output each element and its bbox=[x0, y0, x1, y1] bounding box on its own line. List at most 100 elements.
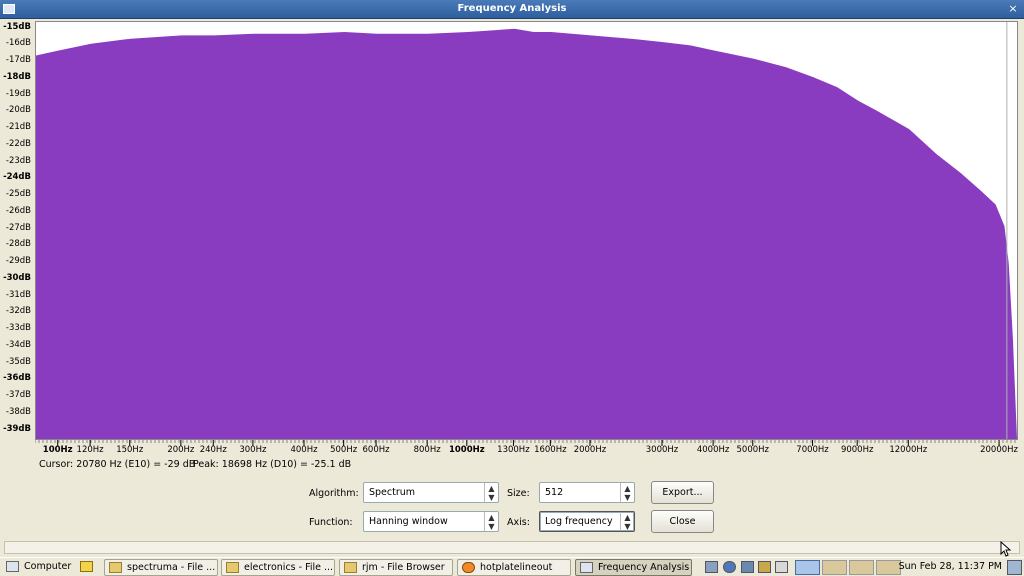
size-label: Size: bbox=[507, 488, 530, 499]
x-tick-label: 200Hz bbox=[167, 445, 195, 455]
x-tick-label: 1000Hz bbox=[448, 445, 485, 455]
y-tick-label: -26dB bbox=[5, 205, 31, 216]
x-tick-label: 300Hz bbox=[239, 445, 267, 455]
x-tick-label: 240Hz bbox=[199, 445, 227, 455]
updown-chevron-icon: ▲ ▼ bbox=[484, 512, 498, 531]
y-tick-label: -20dB bbox=[5, 105, 31, 116]
taskbar-item-hotplatelineout[interactable]: hotplatelineout bbox=[457, 559, 571, 576]
computer-menu-button[interactable]: Computer bbox=[2, 559, 72, 576]
updown-chevron-icon: ▲ ▼ bbox=[484, 483, 498, 502]
taskbar-item-label: hotplatelineout bbox=[480, 562, 553, 573]
cursor-readout: Cursor: 20780 Hz (E10) = -29 dB bbox=[39, 459, 196, 470]
y-tick-label: -23dB bbox=[5, 155, 31, 166]
workspace-3[interactable] bbox=[849, 560, 874, 575]
spectrum-area bbox=[36, 28, 1017, 439]
y-tick-label: -22dB bbox=[5, 138, 31, 149]
status-bar bbox=[4, 541, 1020, 554]
folder-icon bbox=[226, 562, 239, 573]
y-tick-label: -15dB bbox=[3, 21, 31, 32]
y-tick-label: -32dB bbox=[5, 306, 31, 317]
y-tick-label: -37dB bbox=[5, 390, 31, 401]
show-desktop-icon[interactable] bbox=[1007, 560, 1022, 575]
x-axis: 100Hz 120Hz 150Hz 200Hz 240Hz 300Hz 400Hz 500Hz… bbox=[35, 440, 1018, 460]
x-tick-label: 500Hz bbox=[330, 445, 358, 455]
function-select[interactable]: Hanning window ▲ ▼ bbox=[363, 511, 499, 532]
y-tick-label: -38dB bbox=[5, 406, 31, 417]
mouse-pointer-icon bbox=[1000, 541, 1012, 557]
algorithm-select[interactable]: Spectrum ▲ ▼ bbox=[363, 482, 499, 503]
y-tick-label: -16dB bbox=[5, 38, 31, 49]
y-tick-label: -19dB bbox=[5, 88, 31, 99]
notes-launcher[interactable] bbox=[76, 559, 98, 576]
y-tick-label: -39dB bbox=[3, 423, 31, 434]
updown-chevron-icon: ▲ ▼ bbox=[620, 483, 634, 502]
notepad-icon bbox=[80, 561, 93, 572]
clock[interactable]: Sun Feb 28, 11:37 PM bbox=[899, 561, 1002, 572]
function-label: Function: bbox=[309, 517, 353, 528]
size-value: 512 bbox=[545, 487, 564, 498]
x-tick-label: 400Hz bbox=[290, 445, 318, 455]
spectrum-svg[interactable] bbox=[36, 22, 1017, 439]
taskbar-item-electronics[interactable]: electronics - File ... bbox=[221, 559, 335, 576]
taskbar: Computer spectruma - File ... electronic… bbox=[0, 557, 1024, 576]
window-title: Frequency Analysis bbox=[457, 3, 567, 14]
x-tick-label: 20000Hz bbox=[980, 445, 1019, 455]
x-tick-label: 800Hz bbox=[413, 445, 441, 455]
x-tick-label: 7000Hz bbox=[796, 445, 829, 455]
axis-label: Axis: bbox=[507, 517, 530, 528]
close-button[interactable]: Close bbox=[651, 510, 714, 533]
x-tick-label: 150Hz bbox=[116, 445, 144, 455]
y-tick-label: -24dB bbox=[3, 172, 31, 183]
y-tick-label: -33dB bbox=[5, 323, 31, 334]
folder-icon bbox=[109, 562, 122, 573]
x-tick-label: 5000Hz bbox=[736, 445, 770, 455]
audio-headphones-icon bbox=[462, 562, 475, 573]
title-bar[interactable]: Frequency Analysis × bbox=[0, 0, 1024, 19]
algorithm-label: Algorithm: bbox=[309, 488, 359, 499]
taskbar-item-frequency-analysis[interactable]: Frequency Analysis bbox=[575, 559, 692, 576]
speaker-volume-icon[interactable] bbox=[775, 561, 788, 573]
y-tick-label: -21dB bbox=[5, 122, 31, 133]
axis-select[interactable]: Log frequency ▲ ▼ bbox=[539, 511, 635, 532]
taskbar-item-spectruma[interactable]: spectruma - File ... bbox=[104, 559, 218, 576]
network-manager-icon[interactable] bbox=[705, 561, 718, 573]
y-tick-label: -35dB bbox=[5, 356, 31, 367]
x-tick-label: 120Hz bbox=[76, 445, 104, 455]
taskbar-item-label: Frequency Analysis bbox=[598, 562, 690, 573]
workspace-4[interactable] bbox=[876, 560, 901, 575]
battery-display-icon[interactable] bbox=[758, 561, 771, 573]
x-tick-label: 9000Hz bbox=[840, 445, 874, 455]
window-icon bbox=[580, 562, 593, 573]
updown-chevron-icon: ▲ ▼ bbox=[620, 512, 634, 531]
size-select[interactable]: 512 ▲ ▼ bbox=[539, 482, 635, 503]
taskbar-item-label: electronics - File ... bbox=[244, 562, 334, 573]
y-tick-label: -28dB bbox=[5, 239, 31, 250]
x-tick-label: 2000Hz bbox=[573, 445, 607, 455]
x-tick-label: 3000Hz bbox=[645, 445, 679, 455]
x-tick-label: 1300Hz bbox=[497, 445, 530, 455]
workspace-1[interactable] bbox=[795, 560, 820, 575]
taskbar-item-label: spectruma - File ... bbox=[127, 562, 216, 573]
export-button[interactable]: Export... bbox=[651, 481, 714, 504]
y-tick-label: -30dB bbox=[3, 272, 31, 283]
spectrum-plot[interactable] bbox=[35, 21, 1018, 440]
signal-strength-icon[interactable] bbox=[741, 561, 754, 573]
function-value: Hanning window bbox=[369, 516, 448, 527]
x-tick-label: 1600Hz bbox=[534, 445, 567, 455]
x-tick-label: 12000Hz bbox=[889, 445, 928, 455]
x-tick-label: 4000Hz bbox=[696, 445, 730, 455]
x-tick-label: 600Hz bbox=[362, 445, 390, 455]
taskbar-item-rjm[interactable]: rjm - File Browser bbox=[339, 559, 453, 576]
y-tick-label: -18dB bbox=[3, 71, 31, 82]
y-tick-label: -17dB bbox=[5, 55, 31, 66]
y-axis: -15dB -16dB -17dB -18dB -19dB -20dB -21dB -22dB… bbox=[0, 21, 34, 441]
window-close-button[interactable]: × bbox=[1006, 2, 1020, 16]
y-tick-label: -36dB bbox=[3, 373, 31, 384]
peak-readout: Peak: 18698 Hz (D10) = -25.1 dB bbox=[193, 459, 352, 470]
y-tick-label: -29dB bbox=[5, 256, 31, 267]
y-tick-label: -25dB bbox=[5, 189, 31, 200]
workspace-2[interactable] bbox=[822, 560, 847, 575]
folder-icon bbox=[344, 562, 357, 573]
update-icon[interactable] bbox=[723, 561, 736, 573]
computer-icon bbox=[6, 561, 19, 572]
